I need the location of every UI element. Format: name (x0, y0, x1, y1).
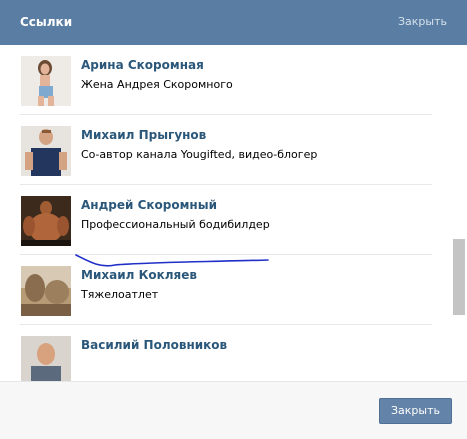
list-item: Арина Скоромная Жена Андрея Скоромного (20, 45, 432, 115)
item-description: Жена Андрея Скоромного (81, 78, 233, 91)
dialog-header: Ссылки Закрыть (0, 0, 467, 45)
links-list: Арина Скоромная Жена Андрея Скоромного М… (0, 45, 452, 381)
avatar[interactable] (21, 266, 71, 316)
links-dialog: Ссылки Закрыть Арина Скоромная Жена Андр… (0, 0, 467, 439)
avatar-image (21, 56, 71, 106)
item-name-link[interactable]: Андрей Скоромный (81, 197, 217, 213)
avatar-image (21, 196, 71, 246)
scrollbar-track[interactable] (452, 45, 466, 381)
list-item: Михаил Кокляев Тяжелоатлет (20, 255, 432, 325)
item-description: Профессиональный бодибилдер (81, 218, 270, 231)
avatar[interactable] (21, 336, 71, 381)
item-name-link[interactable]: Михаил Прыгунов (81, 127, 206, 143)
dialog-title: Ссылки (20, 15, 73, 29)
list-item: Андрей Скоромный Профессиональный бодиби… (20, 185, 432, 255)
item-name-link[interactable]: Михаил Кокляев (81, 267, 197, 283)
dialog-footer: Закрыть (0, 381, 467, 439)
avatar[interactable] (21, 196, 71, 246)
avatar[interactable] (21, 56, 71, 106)
item-description: Тяжелоатлет (81, 288, 159, 301)
avatar-image (21, 266, 71, 316)
item-description: Со-автор канала Yougifted, видео-блогер (81, 148, 318, 161)
item-name-link[interactable]: Василий Половников (81, 337, 227, 353)
avatar-image (21, 126, 71, 176)
list-item: Михаил Прыгунов Со-автор канала Yougifte… (20, 115, 432, 185)
scrollbar-thumb[interactable] (453, 239, 465, 315)
close-button[interactable]: Закрыть (379, 398, 452, 424)
header-close-link[interactable]: Закрыть (398, 14, 447, 30)
links-list-viewport: Арина Скоромная Жена Андрея Скоромного М… (0, 45, 467, 381)
item-name-link[interactable]: Арина Скоромная (81, 57, 204, 73)
avatar[interactable] (21, 126, 71, 176)
list-item: Василий Половников (20, 325, 432, 381)
avatar-image (21, 336, 71, 381)
